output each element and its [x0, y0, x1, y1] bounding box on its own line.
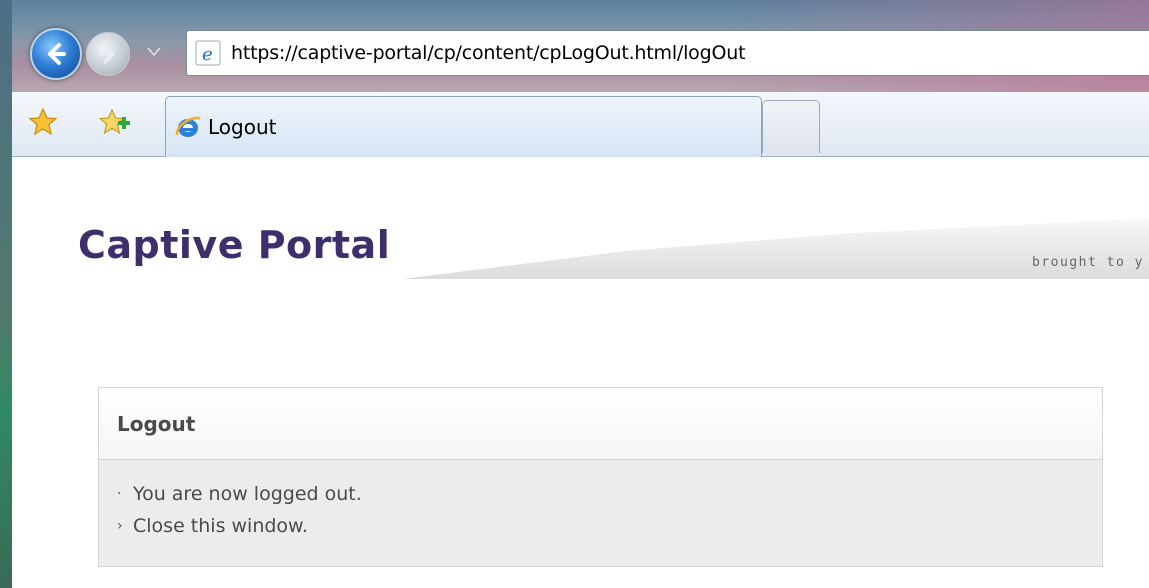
- tab-logout[interactable]: Logout: [165, 96, 762, 157]
- address-bar[interactable]: e https://captive-portal/cp/content/cpLo…: [186, 30, 1149, 76]
- svg-text:e: e: [202, 44, 213, 65]
- close-window-link[interactable]: Close this window.: [133, 515, 308, 537]
- forward-button[interactable]: [86, 32, 130, 76]
- status-line: · You are now logged out.: [117, 478, 1102, 510]
- favorites-star-icon[interactable]: [28, 107, 58, 137]
- back-button[interactable]: [30, 28, 82, 80]
- logout-panel: Logout · You are now logged out. › Close…: [98, 387, 1103, 567]
- history-dropdown-button[interactable]: [146, 44, 162, 60]
- chevron-right-icon: ›: [117, 518, 123, 534]
- window-edge: [0, 0, 12, 588]
- brand-title: Captive Portal: [78, 223, 391, 267]
- tagline: brought to y: [1032, 255, 1144, 270]
- url-text[interactable]: https://captive-portal/cp/content/cpLogO…: [231, 42, 746, 64]
- bullet-icon: ·: [117, 486, 122, 502]
- chevron-down-icon: [147, 47, 161, 57]
- logout-message: You are now logged out.: [133, 483, 362, 505]
- back-arrow-icon: [48, 43, 66, 65]
- add-favorites-icon[interactable]: [98, 107, 132, 137]
- page-content: Captive Portal brought to y Logout · You…: [12, 157, 1149, 588]
- tab-label: Logout: [208, 115, 277, 139]
- panel-title: Logout: [117, 411, 196, 436]
- panel-header: Logout: [99, 388, 1102, 460]
- ie-page-icon: e: [195, 40, 221, 66]
- close-line[interactable]: › Close this window.: [117, 510, 1102, 542]
- ie-tab-icon: [175, 116, 201, 137]
- forward-arrow-icon: [98, 44, 115, 64]
- panel-body: · You are now logged out. › Close this w…: [99, 460, 1102, 542]
- new-tab-button[interactable]: [762, 100, 820, 153]
